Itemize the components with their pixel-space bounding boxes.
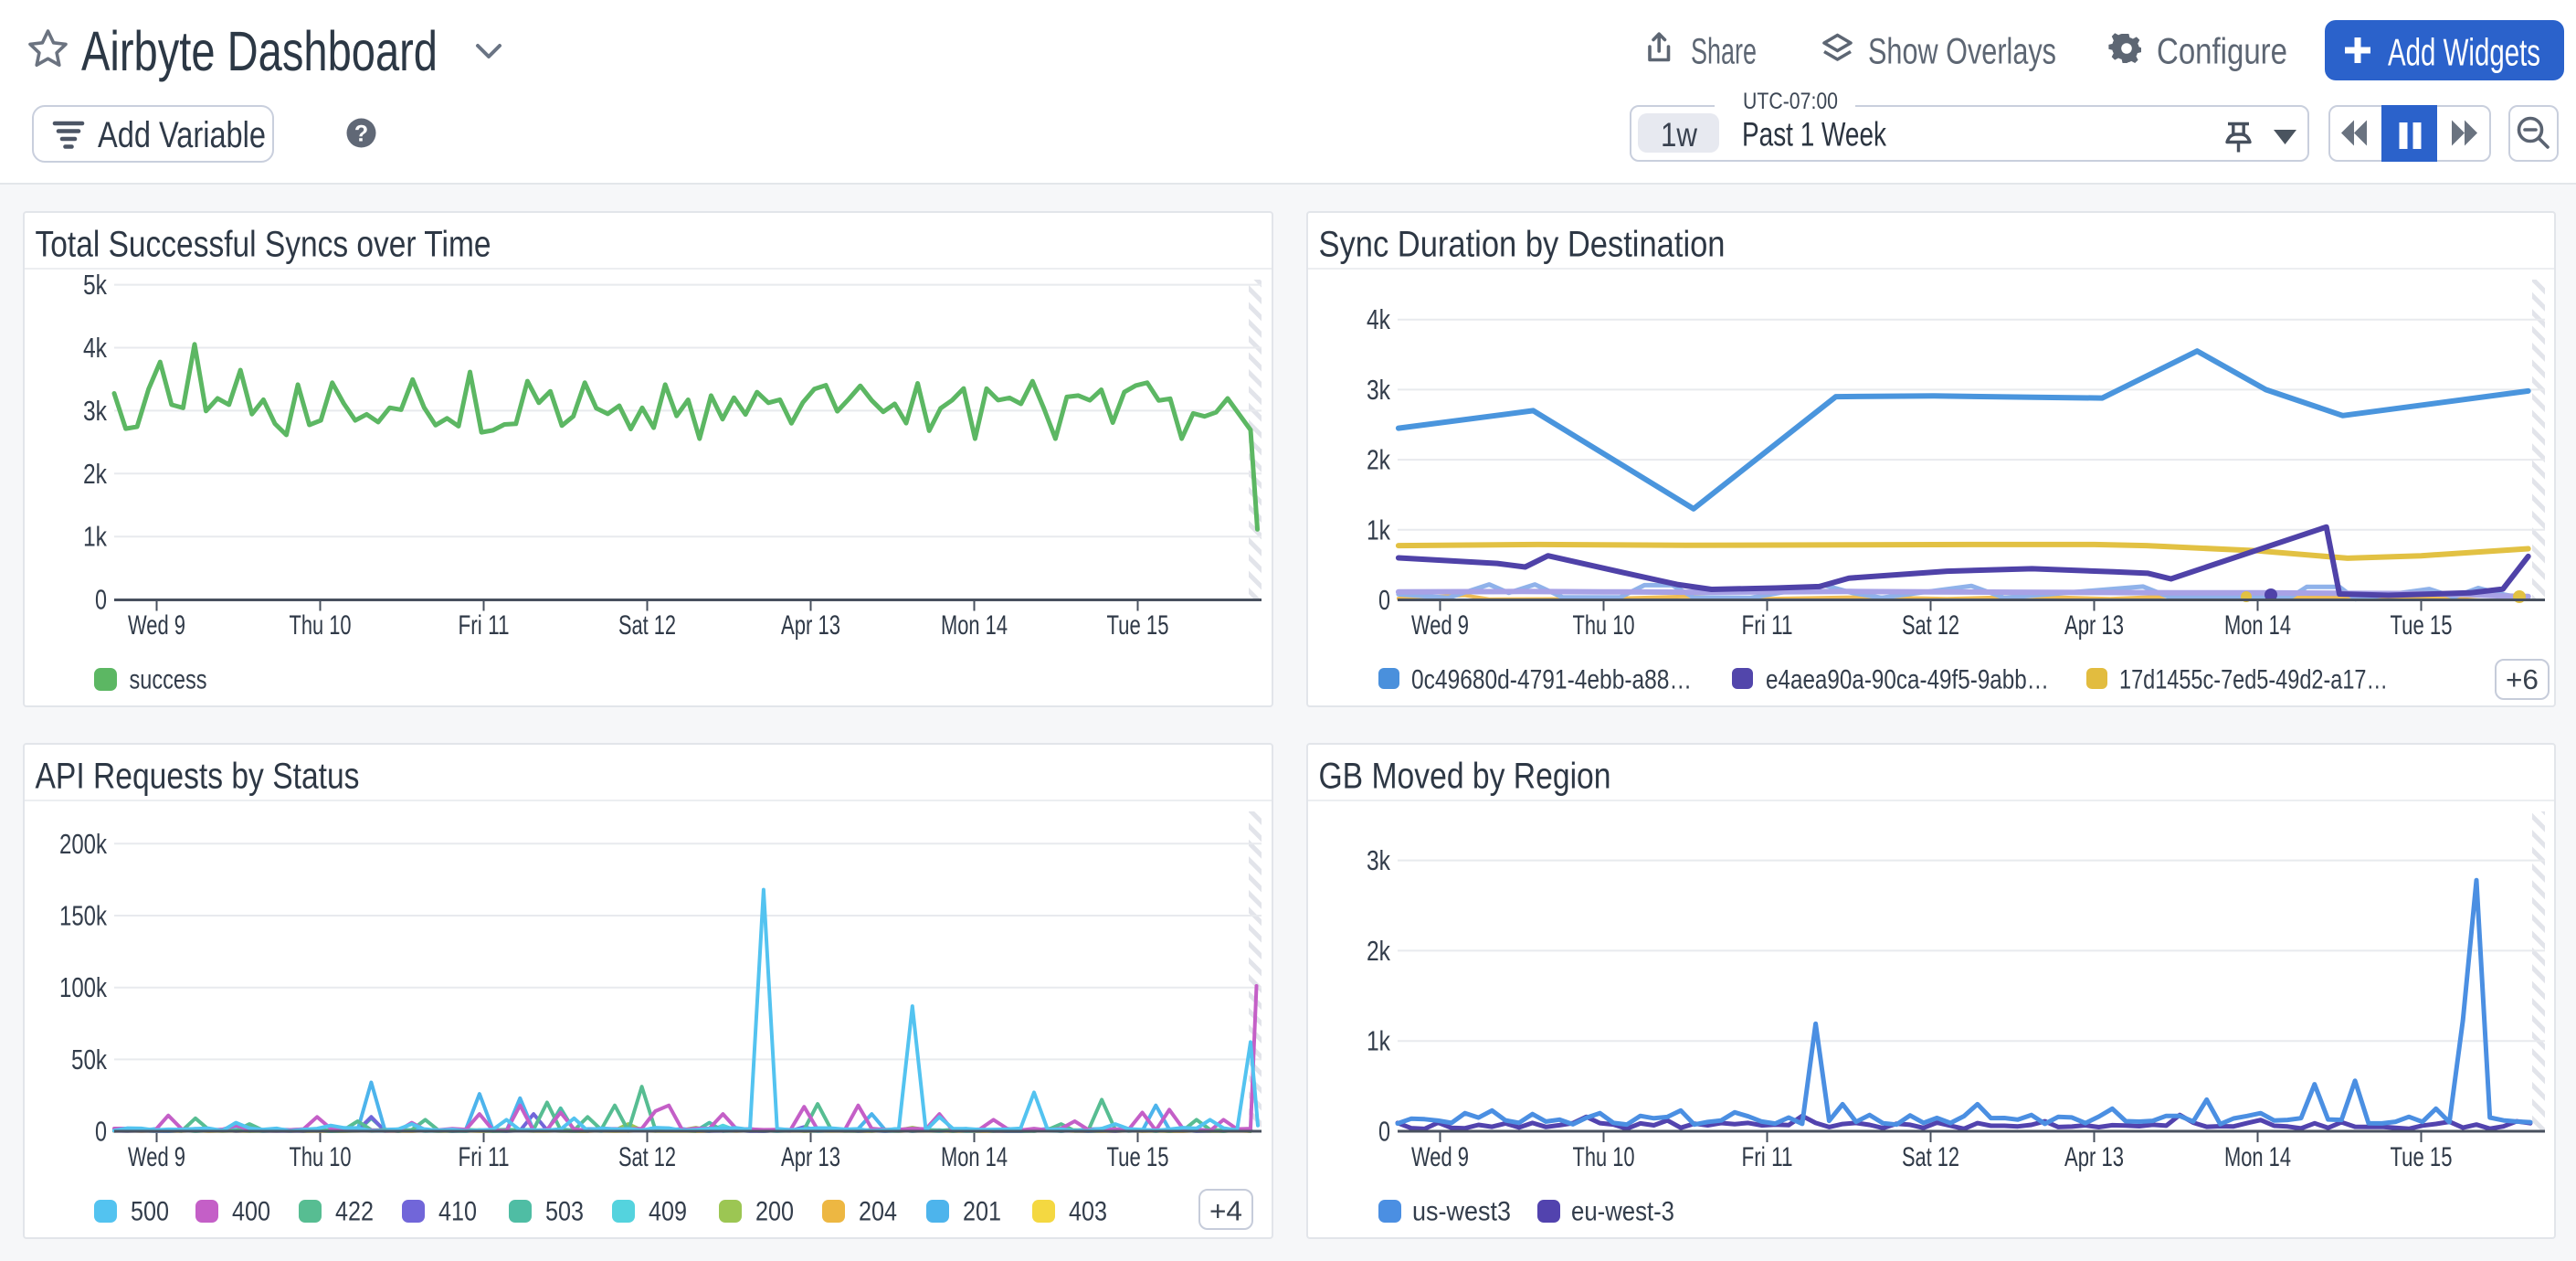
svg-text:3k: 3k (1367, 374, 1390, 406)
svg-text:17d1455c-7ed5-49d2-a17…: 17d1455c-7ed5-49d2-a17… (2119, 665, 2388, 695)
svg-text:Mon 14: Mon 14 (941, 610, 1008, 641)
svg-text:1k: 1k (1367, 514, 1390, 546)
svg-text:410: 410 (438, 1197, 477, 1227)
svg-text:success: success (130, 665, 207, 695)
svg-text:3k: 3k (1367, 844, 1390, 876)
svg-text:Apr 13: Apr 13 (781, 610, 840, 641)
svg-text:4k: 4k (83, 332, 107, 364)
svg-text:1w: 1w (1661, 116, 1697, 154)
svg-text:Add Widgets: Add Widgets (2388, 31, 2540, 74)
svg-text:Past 1 Week: Past 1 Week (1742, 116, 1886, 154)
svg-text:2k: 2k (83, 458, 107, 490)
svg-text:Apr 13: Apr 13 (781, 1142, 840, 1172)
svg-text:Tue 15: Tue 15 (1107, 610, 1169, 641)
svg-text:Sat 12: Sat 12 (618, 1142, 676, 1172)
svg-text:Share: Share (1691, 32, 1757, 72)
svg-text:500: 500 (131, 1197, 169, 1227)
svg-text:Fri 11: Fri 11 (459, 1142, 510, 1172)
svg-text:e4aea90a-90ca-49f5-9abb…: e4aea90a-90ca-49f5-9abb… (1766, 665, 2049, 695)
svg-text:Fri 11: Fri 11 (1742, 1142, 1793, 1172)
svg-text:5k: 5k (83, 269, 107, 301)
svg-text:200: 200 (755, 1197, 794, 1227)
svg-text:200k: 200k (59, 828, 107, 860)
svg-text:0: 0 (95, 584, 107, 616)
svg-text:0: 0 (1378, 1116, 1390, 1148)
svg-text:Fri 11: Fri 11 (459, 610, 510, 641)
svg-text:us-west3: us-west3 (1412, 1197, 1511, 1227)
svg-text:4k: 4k (1367, 303, 1390, 335)
svg-text:Airbyte Dashboard: Airbyte Dashboard (81, 20, 438, 82)
svg-text:400: 400 (232, 1197, 270, 1227)
svg-text:1k: 1k (1367, 1025, 1390, 1057)
svg-text:422: 422 (335, 1197, 374, 1227)
svg-text:Mon 14: Mon 14 (941, 1142, 1008, 1172)
svg-text:1k: 1k (83, 521, 107, 553)
svg-text:Mon 14: Mon 14 (2224, 1142, 2291, 1172)
svg-text:Tue 15: Tue 15 (2391, 610, 2453, 641)
svg-text:50k: 50k (71, 1044, 107, 1076)
svg-text:Wed 9: Wed 9 (128, 1142, 185, 1172)
svg-text:503: 503 (545, 1197, 584, 1227)
svg-text:Sat 12: Sat 12 (618, 610, 676, 641)
svg-text:Thu 10: Thu 10 (1573, 1142, 1635, 1172)
svg-text:?: ? (354, 122, 368, 147)
svg-text:Apr 13: Apr 13 (2064, 610, 2124, 641)
svg-text:Wed 9: Wed 9 (1411, 610, 1469, 641)
svg-text:Sat 12: Sat 12 (1902, 610, 1959, 641)
svg-text:Tue 15: Tue 15 (1107, 1142, 1169, 1172)
svg-text:Sync Duration by Destination: Sync Duration by Destination (1319, 225, 1726, 265)
svg-text:Mon 14: Mon 14 (2224, 610, 2291, 641)
svg-text:0: 0 (1378, 584, 1390, 616)
svg-text:Add Variable: Add Variable (98, 115, 266, 155)
svg-text:3k: 3k (83, 395, 107, 427)
svg-text:2k: 2k (1367, 444, 1390, 476)
svg-text:Configure: Configure (2157, 32, 2287, 72)
svg-text:Thu 10: Thu 10 (290, 610, 352, 641)
svg-text:Apr 13: Apr 13 (2064, 1142, 2124, 1172)
svg-text:Fri 11: Fri 11 (1742, 610, 1793, 641)
svg-text:0: 0 (95, 1116, 107, 1148)
svg-text:100k: 100k (59, 971, 107, 1003)
svg-text:0c49680d-4791-4ebb-a88…: 0c49680d-4791-4ebb-a88… (1411, 665, 1692, 695)
svg-text:Thu 10: Thu 10 (290, 1142, 352, 1172)
svg-text:204: 204 (859, 1197, 897, 1227)
svg-text:201: 201 (963, 1197, 1001, 1227)
svg-text:API Requests by Status: API Requests by Status (36, 757, 360, 797)
svg-text:Wed 9: Wed 9 (1411, 1142, 1469, 1172)
svg-text:GB Moved by Region: GB Moved by Region (1319, 757, 1611, 797)
svg-text:Total Successful Syncs over Ti: Total Successful Syncs over Time (36, 225, 491, 265)
svg-text:150k: 150k (59, 900, 107, 932)
svg-text:Show Overlays: Show Overlays (1868, 32, 2056, 72)
svg-text:2k: 2k (1367, 935, 1390, 967)
svg-text:eu-west-3: eu-west-3 (1571, 1197, 1674, 1227)
svg-text:UTC-07:00: UTC-07:00 (1743, 89, 1838, 114)
svg-text:403: 403 (1069, 1197, 1107, 1227)
svg-text:409: 409 (649, 1197, 687, 1227)
svg-text:+4: +4 (1209, 1195, 1242, 1227)
svg-text:Sat 12: Sat 12 (1902, 1142, 1959, 1172)
svg-text:Wed 9: Wed 9 (128, 610, 185, 641)
svg-text:+6: +6 (2506, 663, 2539, 695)
svg-text:Thu 10: Thu 10 (1573, 610, 1635, 641)
svg-text:Tue 15: Tue 15 (2391, 1142, 2453, 1172)
